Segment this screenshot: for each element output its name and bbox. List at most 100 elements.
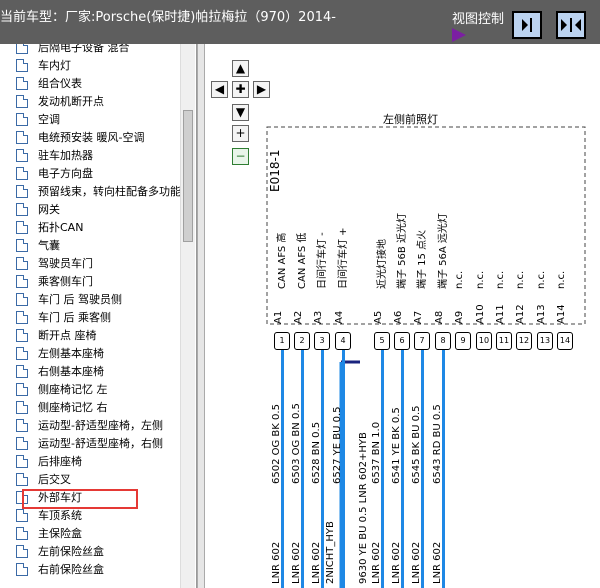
title-bar: 当前车型：厂家:Porsche(保时捷)帕拉梅拉（970）2014- 视图控制 bbox=[0, 0, 600, 44]
sidebar-item-label: 网关 bbox=[38, 203, 60, 216]
pin-id-label: A8 bbox=[434, 310, 445, 324]
sidebar-item-label: 运动型-舒适型座椅，左侧 bbox=[38, 419, 163, 432]
connector-pin[interactable]: 7 bbox=[414, 332, 430, 350]
panel-collapse-button[interactable] bbox=[512, 11, 542, 39]
connector-pin[interactable]: 4 bbox=[335, 332, 351, 350]
document-icon bbox=[16, 563, 28, 576]
sidebar-item-label: 后排座椅 bbox=[38, 455, 82, 468]
connector-pin[interactable]: 5 bbox=[374, 332, 390, 350]
sidebar-item-label: 主保险盒 bbox=[38, 527, 82, 540]
wire-code-label: 6545 BK BU 0.5 bbox=[411, 405, 422, 485]
extra-wire-label: 9630 YE BU 0.5 LNR 602+HYB bbox=[358, 432, 369, 585]
extra-wire-code: 9630 YE BU 0.5 bbox=[358, 506, 369, 585]
sidebar-item-label: 后交叉 bbox=[38, 473, 71, 486]
connector-pin[interactable]: 8 bbox=[435, 332, 451, 350]
document-icon bbox=[16, 473, 28, 486]
document-icon bbox=[16, 383, 28, 396]
panel-split-button[interactable] bbox=[556, 11, 586, 39]
sidebar-item-label: 右侧基本座椅 bbox=[38, 365, 104, 378]
connector-pin[interactable]: 3 bbox=[314, 332, 330, 350]
document-icon bbox=[16, 149, 28, 162]
sidebar-item-label: 气囊 bbox=[38, 239, 60, 252]
sidebar-item-label: 预留线束，转向柱配备多功能 bbox=[38, 185, 181, 198]
document-icon bbox=[16, 221, 28, 234]
connector-pin[interactable]: 13 bbox=[537, 332, 553, 350]
wire-code-label: 6502 OG BK 0.5 bbox=[271, 404, 282, 484]
split-arrows-icon bbox=[561, 18, 581, 32]
document-icon bbox=[16, 131, 28, 144]
connector-pin[interactable]: 6 bbox=[394, 332, 410, 350]
pin-function-label: n.c. bbox=[475, 270, 486, 289]
wire-code-label: 6503 OG BN 0.5 bbox=[291, 403, 302, 484]
pin-id-label: A9 bbox=[454, 310, 465, 324]
pin-function-label: 端子 56B 近光灯 bbox=[397, 213, 408, 289]
pin-id-label: A13 bbox=[536, 304, 547, 324]
document-icon bbox=[16, 365, 28, 378]
sidebar-item-label: 车顶系统 bbox=[38, 509, 82, 522]
pin-function-label: 端子 56A 远光灯 bbox=[438, 213, 449, 289]
harness-label: LNR 602 bbox=[291, 541, 302, 584]
connector-pin[interactable]: 9 bbox=[455, 332, 471, 350]
pin-id-label: A5 bbox=[373, 310, 384, 324]
component-title: 左侧前照灯 bbox=[383, 113, 438, 126]
connector-pin[interactable]: 14 bbox=[557, 332, 573, 350]
document-icon bbox=[16, 509, 28, 522]
pin-function-label: 日间行车灯 + bbox=[338, 227, 349, 289]
sidebar-item-label: 车门 后 驾驶员侧 bbox=[38, 293, 122, 306]
wire-code-label: 6543 RD BU 0.5 bbox=[432, 404, 443, 484]
pin-function-label: 端子 15 点火 bbox=[417, 229, 428, 289]
document-icon bbox=[16, 545, 28, 558]
harness-label: LNR 602 bbox=[432, 541, 443, 584]
sidebar-item-label: 拓扑CAN bbox=[38, 221, 84, 234]
sidebar-item-label: 侧座椅记忆 左 bbox=[38, 383, 108, 396]
play-arrow-icon[interactable] bbox=[452, 28, 466, 42]
pin-function-label: CAN AFS 高 bbox=[277, 232, 288, 289]
document-icon bbox=[16, 44, 28, 54]
pin-function-label: n.c. bbox=[495, 270, 506, 289]
sidebar-item-label: 车门 后 乘客侧 bbox=[38, 311, 111, 324]
connector-pin[interactable]: 10 bbox=[476, 332, 492, 350]
pin-function-label: CAN AFS 低 bbox=[297, 232, 308, 289]
wiring-diagram-canvas[interactable]: ▲ ◀ ✚ ▶ ▼ + − 左侧前照灯 E018-1 CAN AFS 高 A1 1 6… bbox=[205, 44, 600, 588]
document-icon bbox=[16, 185, 28, 198]
document-icon bbox=[16, 95, 28, 108]
sidebar-item-label: 电子方向盘 bbox=[38, 167, 93, 180]
scrollbar-thumb[interactable] bbox=[183, 110, 193, 242]
connector-pin[interactable]: 12 bbox=[516, 332, 532, 350]
harness-label: LNR 602 bbox=[391, 541, 402, 584]
sidebar-item-label: 运动型-舒适型座椅，右侧 bbox=[38, 437, 163, 450]
sidebar-scrollbar[interactable] bbox=[180, 44, 195, 588]
pin-id-label: A1 bbox=[273, 310, 284, 324]
harness-label: LNR 602 bbox=[371, 541, 382, 584]
connector-pin[interactable]: 1 bbox=[274, 332, 290, 350]
arrow-right-bar-icon bbox=[522, 18, 532, 32]
panel-splitter[interactable] bbox=[197, 44, 205, 588]
pin-id-label: A3 bbox=[313, 310, 324, 324]
pin-id-label: A4 bbox=[334, 310, 345, 324]
sidebar-item-label: 空调 bbox=[38, 113, 60, 126]
pin-function-label: n.c. bbox=[454, 270, 465, 289]
document-icon bbox=[16, 347, 28, 360]
extra-wire-harness: 2NICHT_HYB bbox=[325, 521, 336, 584]
pin-function-label: n.c. bbox=[536, 270, 547, 289]
sidebar-item-label: 车内灯 bbox=[38, 59, 71, 72]
sidebar-item-label: 组合仪表 bbox=[38, 77, 82, 90]
wire-code-label: 6528 BN 0.5 bbox=[311, 421, 322, 484]
connector-pin[interactable]: 11 bbox=[496, 332, 512, 350]
pin-function-label: 日间行车灯 - bbox=[317, 232, 328, 289]
sidebar-item-label: 左前保险丝盒 bbox=[38, 545, 104, 558]
harness-label: LNR 602 bbox=[411, 541, 422, 584]
document-icon bbox=[16, 527, 28, 540]
pin-function-label: n.c. bbox=[515, 270, 526, 289]
pin-id-label: A7 bbox=[413, 310, 424, 324]
connector-pin[interactable]: 2 bbox=[294, 332, 310, 350]
wire-code-label: 6527 YE BU 0.5 bbox=[332, 406, 343, 485]
pin-id-label: A6 bbox=[393, 310, 404, 324]
extra-wire-harness-label: LNR 602+HYB bbox=[358, 432, 369, 504]
document-icon bbox=[16, 293, 28, 306]
document-icon bbox=[16, 77, 28, 90]
document-icon bbox=[16, 311, 28, 324]
sidebar-item-label: 乘客侧车门 bbox=[38, 275, 93, 288]
document-icon bbox=[16, 59, 28, 72]
sidebar-item-label: 驻车加热器 bbox=[38, 149, 93, 162]
